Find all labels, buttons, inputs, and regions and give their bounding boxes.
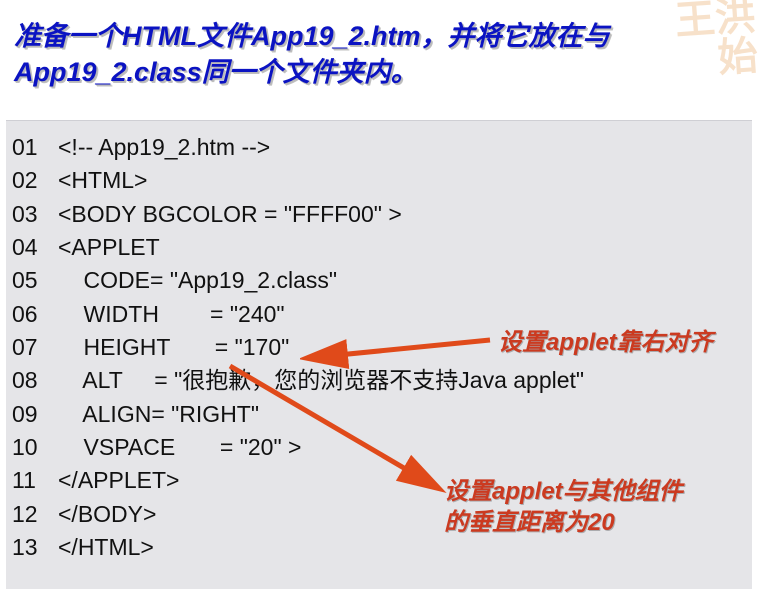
code-line: ALIGN= "RIGHT" <box>58 401 259 427</box>
line-number: 02 <box>6 164 58 197</box>
slide-page: 王洪 始 准备一个HTML文件App19_2.htm，并将它放在与App19_2… <box>0 0 758 592</box>
slide-title: 准备一个HTML文件App19_2.htm，并将它放在与App19_2.clas… <box>14 18 748 91</box>
code-line: <APPLET <box>58 234 160 260</box>
code-line: </HTML> <box>58 534 154 560</box>
line-number: 09 <box>6 398 58 431</box>
code-line: HEIGHT = "170" <box>58 334 289 360</box>
line-number: 04 <box>6 231 58 264</box>
code-line: CODE= "App19_2.class" <box>58 267 337 293</box>
code-line: WIDTH = "240" <box>58 301 285 327</box>
line-number: 08 <box>6 364 58 397</box>
line-number: 01 <box>6 131 58 164</box>
line-number: 06 <box>6 298 58 331</box>
line-number: 13 <box>6 531 58 564</box>
slide-title-text: 准备一个HTML文件App19_2.htm，并将它放在与App19_2.clas… <box>14 21 610 87</box>
code-line: </BODY> <box>58 501 156 527</box>
code-line: <HTML> <box>58 167 147 193</box>
code-line: <BODY BGCOLOR = "FFFF00" > <box>58 201 402 227</box>
annotation-text: 设置applet与其他组件的垂直距离为20 <box>444 478 683 536</box>
annotation-text: 设置applet靠右对齐 <box>498 329 713 356</box>
line-number: 11 <box>6 464 58 497</box>
annotation-align-right: 设置applet靠右对齐 <box>498 327 713 358</box>
annotation-vspace: 设置applet与其他组件的垂直距离为20 <box>444 476 704 538</box>
line-number: 12 <box>6 498 58 531</box>
code-line: </APPLET> <box>58 467 179 493</box>
line-number: 10 <box>6 431 58 464</box>
code-line: ALT = "很抱歉，您的浏览器不支持Java applet" <box>58 367 584 393</box>
code-line: <!-- App19_2.htm --> <box>58 134 270 160</box>
code-line: VSPACE = "20" > <box>58 434 301 460</box>
line-number: 05 <box>6 264 58 297</box>
line-number: 03 <box>6 198 58 231</box>
line-number: 07 <box>6 331 58 364</box>
